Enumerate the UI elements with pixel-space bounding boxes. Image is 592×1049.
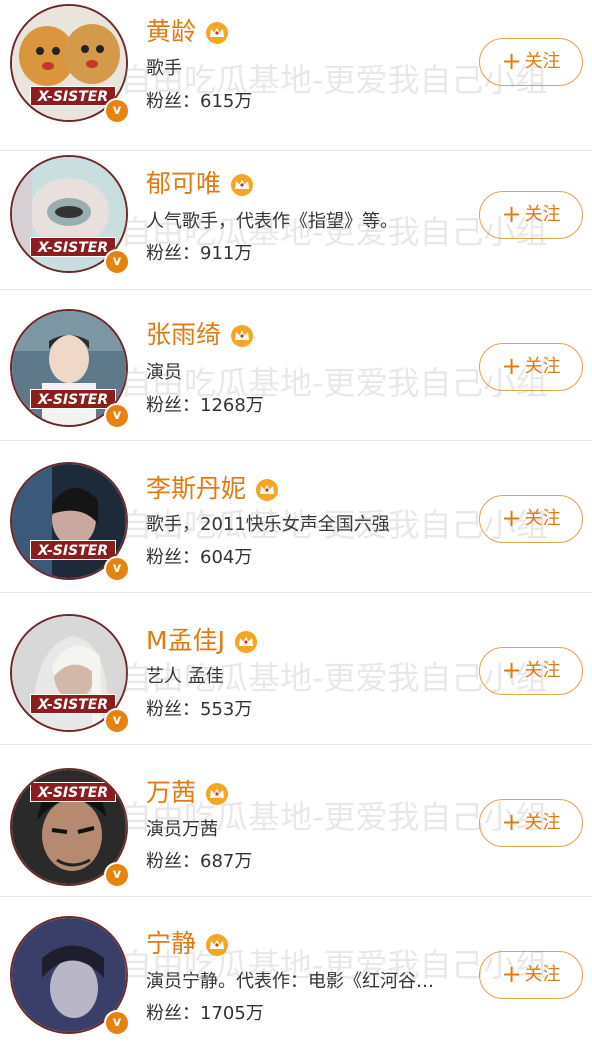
avatar[interactable]: v [10,916,130,1036]
list-item[interactable]: v 宁静 演员宁静。代表作：电影《红河谷… 粉丝：1705万 + 关注 [0,898,592,1049]
plus-icon: + [501,352,522,380]
user-description: 演员 [146,362,182,383]
avatar[interactable]: X-SISTER v [10,768,130,888]
fans-count: 粉丝：1705万 [146,1003,264,1024]
crown-icon [234,631,257,653]
avatar[interactable]: X-SISTER v [10,309,130,429]
list-item[interactable]: X-SISTER v 郁可唯 人气歌手，代表作《指望》等。 粉丝：911万 + 关… [0,139,592,290]
fans-count: 粉丝：604万 [146,547,253,568]
user-name[interactable]: M孟佳J [146,626,259,656]
verified-icon: v [104,403,130,429]
fans-count: 粉丝：553万 [146,699,253,720]
user-description: 歌手，2011快乐女声全国六强 [146,514,390,535]
fans-count: 粉丝：1268万 [146,395,264,416]
avatar[interactable]: X-SISTER v [10,614,130,734]
user-description: 演员万茜 [146,819,218,840]
follow-button[interactable]: + 关注 [479,191,583,239]
verified-icon: v [104,708,130,734]
plus-icon: + [501,47,522,75]
fans-count: 粉丝：615万 [146,91,253,112]
user-name[interactable]: 李斯丹妮 [146,474,280,504]
crown-icon [206,783,229,805]
x-sister-badge: X-SISTER [30,86,116,106]
crown-icon [206,22,229,44]
verified-icon: v [104,249,130,275]
user-list: X-SISTER v 黄龄 歌手 粉丝：615万 + 关注 X-SISTER v … [0,0,592,1036]
x-sister-badge: X-SISTER [30,389,116,409]
crown-icon [231,174,254,196]
x-sister-badge: X-SISTER [30,782,116,802]
follow-button[interactable]: + 关注 [479,343,583,391]
user-name[interactable]: 张雨绮 [146,320,255,350]
plus-icon: + [501,504,522,532]
user-name[interactable]: 万茜 [146,778,230,808]
verified-icon: v [104,556,130,582]
follow-button[interactable]: + 关注 [479,799,583,847]
verified-icon: v [104,98,130,124]
x-sister-badge: X-SISTER [30,237,116,257]
crown-icon [256,479,279,501]
user-description: 人气歌手，代表作《指望》等。 [146,211,398,232]
fans-count: 粉丝：911万 [146,243,253,264]
follow-button[interactable]: + 关注 [479,647,583,695]
follow-button[interactable]: + 关注 [479,38,583,86]
list-item[interactable]: X-SISTER v 张雨绮 演员 粉丝：1268万 + 关注 [0,290,592,441]
user-description: 艺人 孟佳 [146,666,224,687]
verified-icon: v [104,1010,130,1036]
avatar[interactable]: X-SISTER v [10,155,130,275]
plus-icon: + [501,808,522,836]
fans-count: 粉丝：687万 [146,851,253,872]
x-sister-badge: X-SISTER [30,694,116,714]
user-name[interactable]: 黄龄 [146,17,230,47]
follow-button[interactable]: + 关注 [479,951,583,999]
user-name[interactable]: 郁可唯 [146,169,255,199]
crown-icon [206,934,229,956]
user-description: 歌手 [146,58,182,79]
crown-icon [231,325,254,347]
plus-icon: + [501,960,522,988]
list-item[interactable]: X-SISTER v 李斯丹妮 歌手，2011快乐女声全国六强 粉丝：604万 … [0,442,592,593]
list-item[interactable]: X-SISTER v 黄龄 歌手 粉丝：615万 + 关注 [0,0,592,151]
user-name[interactable]: 宁静 [146,929,230,959]
list-item[interactable]: X-SISTER v M孟佳J 艺人 孟佳 粉丝：553万 + 关注 [0,594,592,745]
avatar[interactable]: X-SISTER v [10,462,130,582]
verified-icon: v [104,862,130,888]
avatar[interactable]: X-SISTER v [10,4,130,124]
plus-icon: + [501,200,522,228]
follow-button[interactable]: + 关注 [479,495,583,543]
plus-icon: + [501,656,522,684]
list-item[interactable]: X-SISTER v 万茜 演员万茜 粉丝：687万 + 关注 [0,746,592,897]
x-sister-badge: X-SISTER [30,540,116,560]
user-description: 演员宁静。代表作：电影《红河谷… [146,971,434,992]
